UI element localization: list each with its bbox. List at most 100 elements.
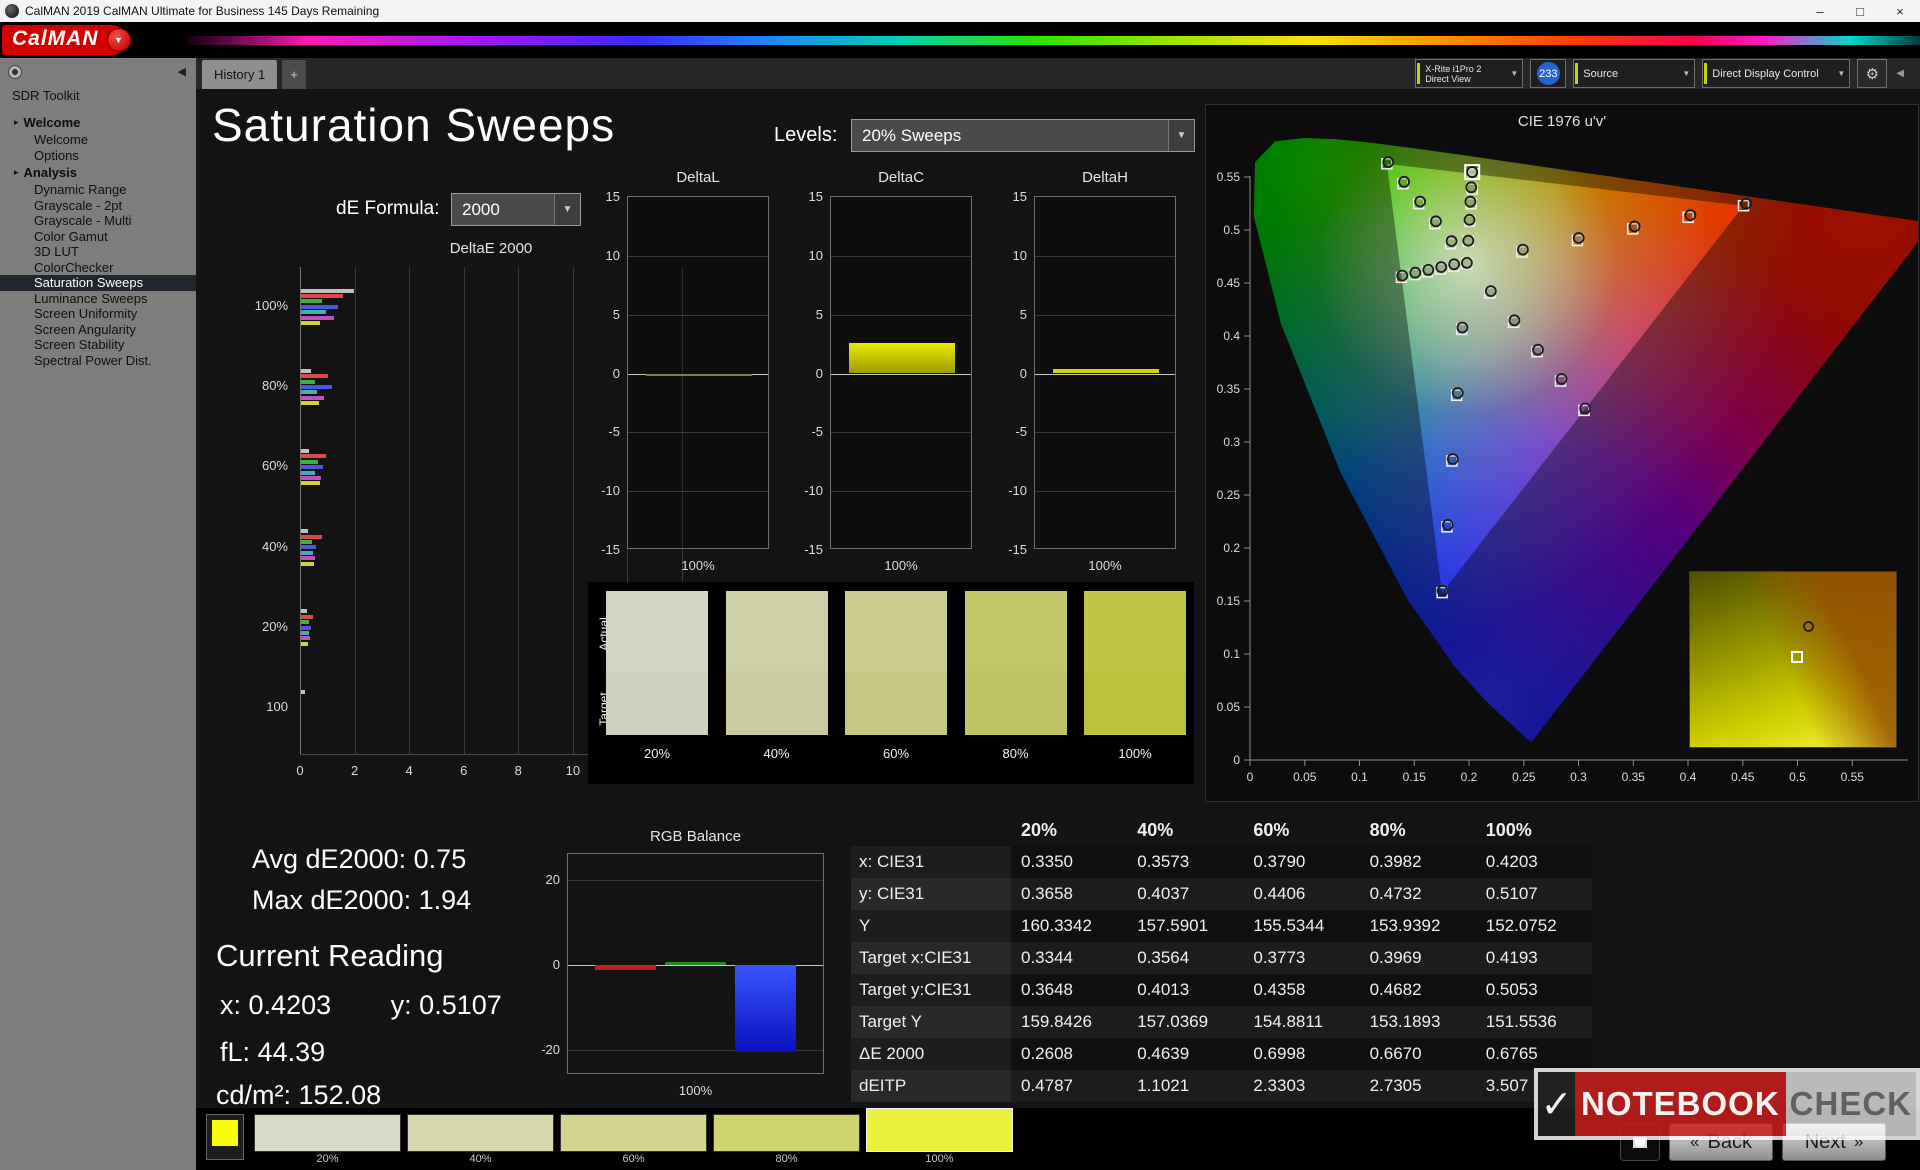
- grid-line: [628, 314, 768, 316]
- saturation-chip-100[interactable]: 100%: [866, 1108, 1013, 1166]
- swatch-40: [725, 591, 828, 735]
- saturation-chip-40[interactable]: 40%: [407, 1114, 554, 1166]
- sidebar-item-3d-lut[interactable]: 3D LUT: [0, 244, 196, 260]
- table-row: x: CIE31 0.3350 0.3573 0.3790 0.3982 0.4203: [851, 846, 1592, 878]
- chip-color: [254, 1114, 401, 1152]
- calman-logo-menu[interactable]: CalMAN ▼: [2, 25, 131, 55]
- deltaE-bar-magenta: [301, 395, 325, 400]
- titlebar: CalMAN 2019 CalMAN Ultimate for Business…: [0, 0, 1920, 22]
- grid-line: [300, 267, 301, 754]
- table-row: ΔE 2000 0.2608 0.4639 0.6998 0.6670 0.6765: [851, 1038, 1592, 1070]
- svg-text:0.35: 0.35: [1622, 770, 1646, 784]
- tab-history-1[interactable]: History 1: [202, 60, 278, 89]
- cdm2-label: cd/m²:: [216, 1080, 292, 1110]
- meter-dropdown[interactable]: X-Rite i1Pro 2 Direct View ▼: [1415, 59, 1524, 88]
- svg-text:0.2: 0.2: [1223, 541, 1240, 555]
- sidebar-item-screen-angularity[interactable]: Screen Angularity: [0, 322, 196, 338]
- grid-line: [354, 267, 356, 754]
- sidebar-item-options[interactable]: Options: [0, 148, 196, 164]
- minimize-button[interactable]: –: [1800, 0, 1840, 22]
- deltaE-bar-magenta: [301, 636, 310, 641]
- levels-value: 20% Sweeps: [862, 125, 962, 145]
- sidebar-item-color-gamut[interactable]: Color Gamut: [0, 229, 196, 245]
- table-cell: 0.3790: [1253, 852, 1306, 871]
- sidebar-section-welcome[interactable]: ▸ Welcome: [0, 113, 196, 132]
- y-tick-label: 60%: [261, 458, 288, 474]
- badge-count: 233: [1536, 62, 1560, 85]
- close-button[interactable]: ×: [1880, 0, 1920, 22]
- y-tick-label: 0: [815, 365, 823, 381]
- levels-dropdown[interactable]: 20% Sweeps ▼: [851, 119, 1195, 152]
- sidebar-item-dynamic-range[interactable]: Dynamic Range: [0, 182, 196, 198]
- x-tick-label: 0: [296, 763, 304, 778]
- svg-text:0.4: 0.4: [1680, 770, 1697, 784]
- svg-text:0.55: 0.55: [1841, 770, 1865, 784]
- panel-collapse-icon[interactable]: ◀: [1896, 68, 1904, 79]
- sidebar-item-welcome[interactable]: Welcome: [0, 132, 196, 148]
- saturation-chip-80[interactable]: 80%: [713, 1114, 860, 1166]
- sidebar-section-analysis[interactable]: ▸ Analysis: [0, 163, 196, 182]
- table-header-cell: 60%: [1253, 819, 1290, 840]
- grid-line: [831, 255, 971, 257]
- table-cell: 152.0752: [1485, 916, 1557, 935]
- table-row-label: Target y:CIE31: [851, 974, 1011, 1006]
- sidebar-item-screen-uniformity[interactable]: Screen Uniformity: [0, 306, 196, 322]
- sidebar-item-grayscale-2pt[interactable]: Grayscale - 2pt: [0, 198, 196, 214]
- x-label: x:: [220, 990, 242, 1020]
- sidebar-item-spectral-power-dist[interactable]: Spectral Power Dist.: [0, 353, 196, 369]
- add-tab-button[interactable]: +: [282, 60, 306, 89]
- de-formula-dropdown[interactable]: 2000 ▼: [451, 193, 581, 226]
- saturation-chip-60[interactable]: 60%: [560, 1114, 707, 1166]
- swatch-actual-40: [725, 591, 828, 671]
- maximize-button[interactable]: □: [1840, 0, 1880, 22]
- window-controls: – □ ×: [1800, 0, 1920, 22]
- settings-gear-button[interactable]: ⚙: [1857, 59, 1888, 88]
- display-control-dropdown[interactable]: Direct Display Control ▼: [1702, 59, 1851, 88]
- table-cell: 0.6765: [1485, 1044, 1538, 1063]
- deltaE-bar-red: [301, 374, 329, 379]
- y-tick-label: 0: [612, 365, 620, 381]
- deltaE-bar-cyan: [301, 470, 316, 475]
- sidebar-item-screen-stability[interactable]: Screen Stability: [0, 337, 196, 353]
- sidebar-item-grayscale-multi[interactable]: Grayscale - Multi: [0, 213, 196, 229]
- sidebar-options-icon[interactable]: [8, 65, 22, 79]
- y-tick-label: -5: [608, 424, 620, 440]
- chip-color: [713, 1114, 860, 1152]
- svg-text:0.3: 0.3: [1570, 770, 1587, 784]
- sidebar-item-colorchecker[interactable]: ColorChecker: [0, 260, 196, 276]
- table-cell: 160.3342: [1021, 916, 1092, 935]
- table-header-cell: 80%: [1369, 819, 1406, 840]
- notebookcheck-watermark: ✓ NOTEBOOK CHECK: [1534, 1068, 1920, 1140]
- table-cell: 0.3344: [1021, 948, 1073, 967]
- sidebar-collapse-icon[interactable]: ◀: [178, 65, 186, 78]
- max-value: 1.94: [418, 885, 472, 915]
- chevron-down-icon: ▼: [1682, 69, 1691, 78]
- swatch-target-60: [845, 671, 947, 735]
- swatch-level-label: 40%: [763, 746, 790, 761]
- deltaE-bar-blue: [301, 545, 316, 550]
- y-tick-label: 20: [545, 871, 560, 887]
- deltaE-bar-red: [301, 614, 313, 619]
- deltaE-bar-green: [301, 299, 322, 304]
- max-label: Max dE2000:: [252, 885, 412, 915]
- window-title: CalMAN 2019 CalMAN Ultimate for Business…: [25, 4, 380, 18]
- swatch-level-label: 20%: [643, 746, 671, 761]
- saturation-chip-20[interactable]: 20%: [254, 1114, 401, 1166]
- deltaE-bar-cyan: [301, 630, 310, 635]
- y-tick-label: -5: [811, 424, 823, 440]
- table-row: Target Y 159.8426 157.0369 154.8811 153.1893…: [851, 1006, 1592, 1038]
- y-tick-label: 80%: [261, 378, 288, 394]
- meter-count-badge[interactable]: 233: [1530, 59, 1567, 88]
- y-tick-label: 5: [1019, 306, 1027, 322]
- notebookcheck-logo-icon: ✓: [1538, 1072, 1575, 1136]
- sidebar-tree: ▸ Welcome Welcome Options ▸ Analysis Dynamic R…: [0, 113, 196, 368]
- deltaE-bar-blue: [301, 304, 338, 309]
- chevron-down-icon: ▼: [554, 194, 580, 225]
- y-tick-label: 10: [1012, 247, 1027, 263]
- deltaE-bar-green: [301, 539, 312, 544]
- table-row-label: Target Y: [851, 1006, 1011, 1038]
- source-dropdown[interactable]: Source ▼: [1573, 59, 1696, 88]
- sidebar-item-luminance-sweeps[interactable]: Luminance Sweeps: [0, 291, 196, 307]
- sidebar-item-saturation-sweeps[interactable]: Saturation Sweeps: [0, 275, 196, 291]
- deltaE-bar-yellow: [301, 641, 309, 646]
